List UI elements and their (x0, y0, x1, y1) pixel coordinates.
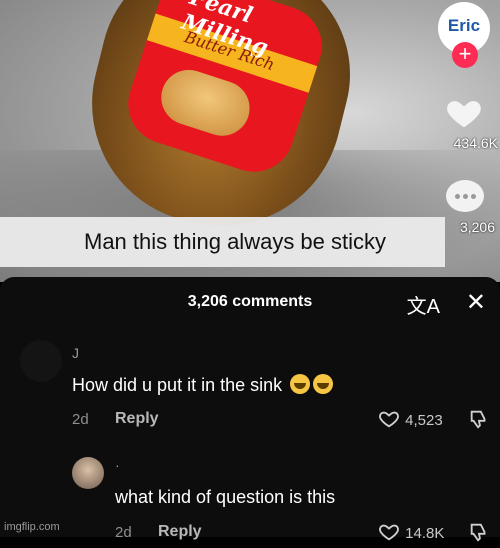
avatar[interactable] (72, 457, 104, 489)
like-count: 434.6K (453, 135, 498, 151)
comment-count: 3,206 (459, 219, 495, 235)
reply-button[interactable]: Reply (115, 410, 159, 428)
caption-text: Man this thing always be sticky (84, 229, 387, 254)
comment-username[interactable]: J (72, 345, 79, 361)
dislike-icon[interactable] (468, 408, 490, 435)
crying-emoji-icon (290, 374, 311, 394)
comment-like-count: 4,523 (405, 412, 443, 429)
comment-age: 2d (115, 524, 132, 541)
reply-button[interactable]: Reply (158, 523, 202, 541)
avatar[interactable] (20, 340, 62, 382)
imgflip-watermark: imgflip.com (4, 521, 60, 533)
comment-icon[interactable] (446, 180, 484, 212)
video-area[interactable]: Pearl Milling Butter Rich Eric + 434.6K … (0, 0, 500, 282)
comment-text: what kind of question is this (115, 487, 336, 507)
comment-like-count: 14.8K (405, 525, 445, 542)
heart-icon[interactable] (445, 94, 483, 132)
comments-sheet: 3,206 comments 文A ✕ J How did u put it i… (0, 277, 500, 542)
pancakes-image (154, 62, 257, 143)
comment-like-button[interactable]: 4,523 (377, 408, 443, 430)
heart-outline-icon (379, 524, 399, 541)
thumbs-down-icon (470, 523, 486, 542)
follow-plus-icon[interactable]: + (452, 42, 478, 68)
close-icon[interactable]: ✕ (466, 288, 486, 317)
creator-name: Eric (447, 16, 481, 35)
heart-outline-icon (379, 411, 399, 428)
video-caption: Man this thing always be sticky (0, 217, 445, 267)
thumbs-down-icon (470, 410, 486, 429)
translate-icon[interactable]: 文A (407, 290, 440, 319)
crying-emoji-icon (313, 374, 334, 394)
dislike-icon[interactable] (468, 521, 490, 548)
comment-text-content: How did u put it in the sink (72, 375, 283, 395)
comment-like-button[interactable]: 14.8K (377, 521, 444, 543)
comment-text: How did u put it in the sink (72, 374, 334, 396)
comment-username[interactable]: · (115, 457, 120, 473)
comment-age: 2d (72, 411, 89, 428)
